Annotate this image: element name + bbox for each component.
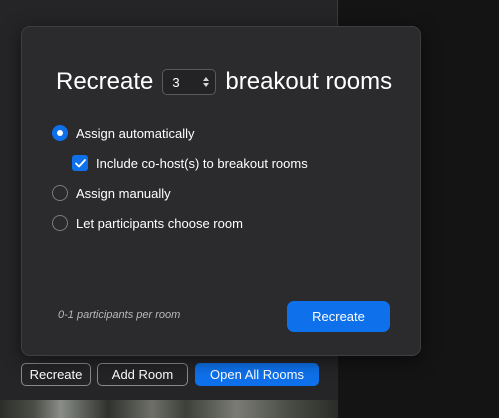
checkmark-icon[interactable] bbox=[72, 155, 88, 171]
let-participants-choose-label: Let participants choose room bbox=[76, 215, 243, 231]
recreate-button[interactable]: Recreate bbox=[287, 301, 390, 332]
recreate-rooms-dialog: Recreate 3 breakout rooms Assign automat… bbox=[21, 26, 421, 356]
assign-automatically-radio[interactable]: Assign automatically bbox=[52, 125, 195, 141]
title-prefix: Recreate bbox=[56, 68, 154, 95]
up-down-chevron-icon[interactable] bbox=[201, 73, 210, 91]
chevron-up-icon[interactable] bbox=[202, 77, 209, 81]
include-cohosts-label: Include co-host(s) to breakout rooms bbox=[96, 155, 308, 171]
assign-manually-label: Assign manually bbox=[76, 185, 171, 201]
assign-manually-radio[interactable]: Assign manually bbox=[52, 185, 171, 201]
recreate-rooms-button[interactable]: Recreate bbox=[21, 363, 91, 386]
assign-automatically-label: Assign automatically bbox=[76, 125, 195, 141]
radio-unselected-icon[interactable] bbox=[52, 185, 68, 201]
room-count-value: 3 bbox=[172, 74, 180, 90]
add-room-button[interactable]: Add Room bbox=[97, 363, 188, 386]
title-suffix: breakout rooms bbox=[225, 68, 393, 95]
room-count-stepper[interactable]: 3 bbox=[162, 69, 217, 95]
chevron-down-icon[interactable] bbox=[202, 83, 209, 87]
open-all-rooms-button[interactable]: Open All Rooms bbox=[195, 363, 319, 386]
include-cohosts-checkbox[interactable]: Include co-host(s) to breakout rooms bbox=[72, 155, 308, 171]
radio-unselected-icon[interactable] bbox=[52, 215, 68, 231]
dialog-title: Recreate 3 breakout rooms bbox=[56, 67, 392, 97]
participants-per-room-hint: 0-1 participants per room bbox=[58, 309, 181, 321]
let-participants-choose-radio[interactable]: Let participants choose room bbox=[52, 215, 243, 231]
radio-selected-icon[interactable] bbox=[52, 125, 68, 141]
video-thumbnail-strip bbox=[0, 400, 338, 418]
